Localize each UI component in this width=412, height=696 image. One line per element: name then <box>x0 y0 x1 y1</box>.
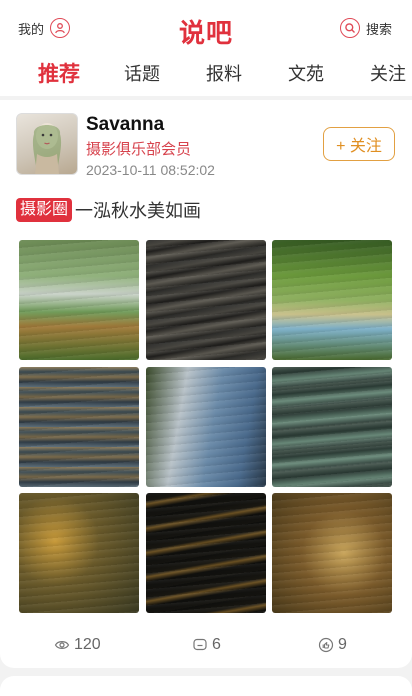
author-name[interactable]: Savanna <box>86 114 164 136</box>
eye-icon <box>54 641 70 649</box>
search-icon <box>339 18 360 38</box>
comments-count: 6 <box>212 636 221 653</box>
photo-9[interactable] <box>272 493 392 613</box>
photo-1[interactable] <box>19 240 139 360</box>
author-role: 摄影俱乐部会员 <box>86 141 192 158</box>
comment-icon <box>193 638 207 651</box>
app-screen: 我的 说吧 搜索 推荐 话题 报料 文苑 关注 Savanna 摄影俱乐部会员 … <box>0 0 412 696</box>
search-label: 搜索 <box>365 21 392 37</box>
thumbs-up-icon <box>318 637 334 653</box>
likes-stat[interactable]: 9 <box>318 636 347 654</box>
tab-reports[interactable]: 报料 <box>206 60 242 86</box>
tab-following[interactable]: 关注 <box>370 60 406 86</box>
post-timestamp: 2023-10-11 08:52:02 <box>86 162 215 178</box>
photo-grid <box>19 240 393 614</box>
photo-2[interactable] <box>146 240 266 360</box>
photo-4[interactable] <box>19 367 139 487</box>
post-card[interactable]: Savanna 摄影俱乐部会员 2023-10-11 08:52:02 + 关注… <box>0 100 412 668</box>
next-post-card[interactable] <box>0 676 412 696</box>
category-tag[interactable]: 摄影圈 <box>16 198 73 222</box>
views-stat: 120 <box>54 636 101 654</box>
tab-topics[interactable]: 话题 <box>124 60 160 86</box>
avatar-portrait-icon <box>32 123 62 174</box>
photo-3[interactable] <box>272 240 392 360</box>
photo-8[interactable] <box>146 493 266 613</box>
tab-literature[interactable]: 文苑 <box>288 60 324 86</box>
category-tabs: 推荐 话题 报料 文苑 关注 <box>0 56 412 96</box>
photo-7[interactable] <box>19 493 139 613</box>
likes-count: 9 <box>338 636 347 653</box>
photo-5[interactable] <box>146 367 266 487</box>
photo-6[interactable] <box>272 367 392 487</box>
views-count: 120 <box>74 636 101 653</box>
comments-stat[interactable]: 6 <box>192 636 221 654</box>
post-title[interactable]: 一泓秋水美如画 <box>75 197 201 223</box>
top-bar: 我的 说吧 搜索 <box>0 0 412 60</box>
search-button[interactable]: 搜索 <box>339 18 392 38</box>
author-avatar[interactable] <box>16 113 78 175</box>
follow-button[interactable]: + 关注 <box>323 127 395 161</box>
tab-recommend[interactable]: 推荐 <box>38 58 80 88</box>
post-stats: 120 6 9 <box>0 636 412 660</box>
post-title-row: 摄影圈 一泓秋水美如画 <box>16 197 201 223</box>
